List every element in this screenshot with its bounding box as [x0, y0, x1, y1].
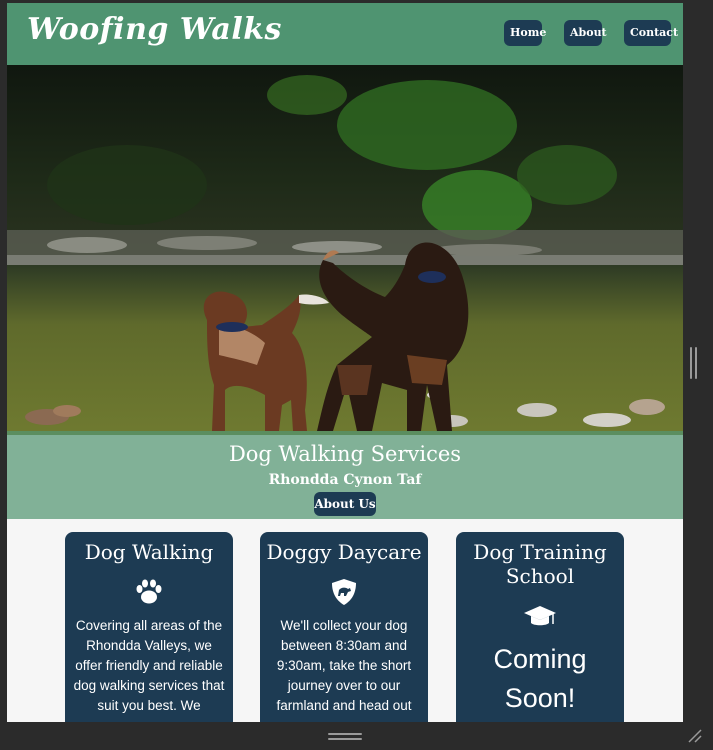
- nav-home-button[interactable]: Home: [504, 20, 546, 46]
- page-viewport: Woofing Walks Home About Contact Dog Wal…: [7, 3, 683, 722]
- vertical-resize-handle[interactable]: [690, 347, 698, 379]
- hero-section: Dog Walking Services Rhondda Cynon Taf A…: [7, 65, 683, 519]
- card-description: We'll collect your dog between 8:30am an…: [276, 618, 412, 713]
- about-us-button[interactable]: About Us: [314, 492, 376, 516]
- hero-subtitle: Rhondda Cynon Taf: [268, 472, 422, 488]
- graduation-cap-icon: [524, 606, 556, 626]
- service-card-dog-walking: Dog Walking Covering all areas of the Rh…: [65, 532, 233, 722]
- nav-about-button[interactable]: About: [564, 20, 607, 46]
- hero-title: Dog Walking Services: [228, 442, 462, 466]
- dog-shield-icon: [332, 579, 356, 605]
- card-description: Covering all areas of the Rhondda Valley…: [73, 618, 225, 713]
- card-title: Dog Training School: [473, 540, 607, 588]
- card-title: Dog Walking: [84, 540, 214, 564]
- card-title: Doggy Daycare: [266, 540, 422, 564]
- nav-contact-button[interactable]: Contact: [624, 20, 678, 46]
- resize-corner-icon[interactable]: [687, 728, 703, 744]
- brand-logo[interactable]: Woofing Walks: [27, 12, 282, 47]
- navbar: Woofing Walks Home About Contact: [7, 3, 683, 65]
- frame-right: [683, 0, 713, 750]
- coming-soon-text: Coming Soon!: [493, 644, 587, 713]
- service-card-dog-training: Dog Training School Coming Soon!: [456, 532, 624, 722]
- service-card-doggy-daycare: Doggy Daycare We'll collect your dog bet…: [260, 532, 428, 722]
- horizontal-resize-handle[interactable]: [328, 733, 362, 741]
- frame-left: [0, 0, 7, 750]
- paw-icon: [136, 579, 162, 604]
